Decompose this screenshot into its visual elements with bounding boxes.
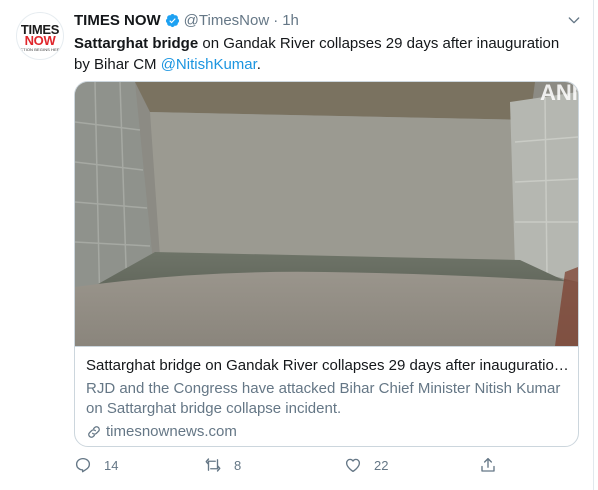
tweet-text: Sattarghat bridge on Gandak River collap… [74, 33, 579, 75]
tweet-text-bold: Sattarghat bridge [74, 35, 199, 52]
link-card[interactable]: ANI Sattarghat bridge on Gandak River co… [74, 81, 579, 447]
ani-watermark: ANI [540, 82, 578, 105]
tweet[interactable]: TIMES NOW ACTION BEGINS HERE TIMES NOW @… [0, 0, 593, 490]
reply-icon [75, 457, 91, 473]
retweet-button[interactable]: 8 [204, 456, 241, 474]
account-handle[interactable]: @TimesNow [184, 12, 270, 29]
card-image[interactable]: ANI [75, 82, 578, 346]
avatar-logo-tagline: ACTION BEGINS HERE [17, 47, 63, 52]
share-icon [481, 457, 495, 472]
account-name[interactable]: TIMES NOW [74, 12, 161, 29]
reply-count: 14 [104, 457, 119, 473]
like-count: 22 [374, 457, 389, 473]
like-icon [345, 458, 361, 473]
mention-link[interactable]: @NitishKumar [161, 56, 257, 73]
like-button[interactable]: 22 [344, 456, 388, 474]
chevron-down-icon[interactable] [566, 12, 582, 28]
card-domain-text: timesnownews.com [106, 423, 237, 440]
tweet-text-trailing: . [256, 56, 261, 73]
tweet-timestamp[interactable]: 1h [282, 12, 299, 29]
verified-badge-icon [165, 13, 179, 27]
share-button[interactable] [479, 456, 497, 474]
tweet-header: TIMES NOW @TimesNow · 1h [74, 10, 299, 30]
card-body[interactable]: Sattarghat bridge on Gandak River collap… [75, 346, 578, 446]
reply-button[interactable]: 14 [74, 456, 118, 474]
card-description: RJD and the Congress have attacked Bihar… [86, 380, 561, 417]
retweet-icon [205, 458, 221, 472]
card-domain: timesnownews.com [86, 423, 237, 440]
avatar[interactable]: TIMES NOW ACTION BEGINS HERE [16, 12, 64, 60]
column-divider [593, 0, 594, 490]
avatar-logo-line2: NOW [24, 33, 56, 48]
separator-dot: · [273, 11, 279, 29]
action-bar: 14 8 22 [74, 456, 579, 480]
link-icon [88, 425, 100, 438]
retweet-count: 8 [234, 457, 242, 473]
card-title: Sattarghat bridge on Gandak River collap… [86, 357, 572, 374]
